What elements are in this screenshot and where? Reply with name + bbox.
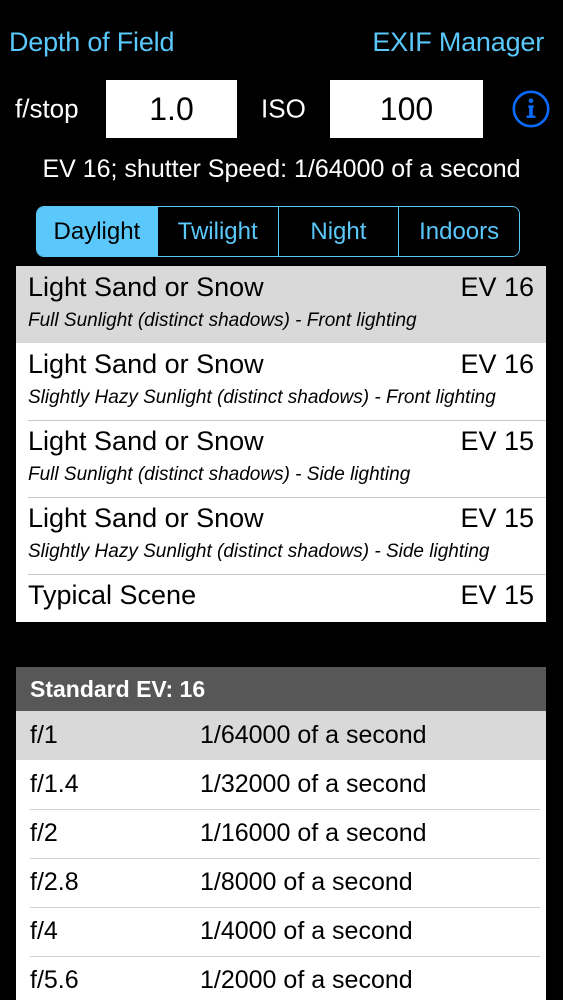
iso-label: ISO xyxy=(261,93,306,124)
scene-description: Slightly Hazy Sunlight (distinct shadows… xyxy=(28,387,496,408)
table-row[interactable]: f/5.6 1/2000 of a second xyxy=(16,956,546,1000)
segment-daylight[interactable]: Daylight xyxy=(37,207,158,256)
cell-shutter-speed: 1/4000 of a second xyxy=(200,917,413,945)
scene-ev-value: EV 15 xyxy=(460,503,534,533)
info-button[interactable] xyxy=(509,87,553,131)
scene-name: Typical Scene xyxy=(28,580,197,610)
cell-fstop: f/5.6 xyxy=(30,966,79,994)
cell-shutter-speed: 1/64000 of a second xyxy=(200,721,427,749)
titlebar: Depth of Field EXIF Manager xyxy=(0,22,563,62)
scene-name: Light Sand or Snow xyxy=(28,272,264,302)
scene-row-top: Light Sand or Snow EV 16 xyxy=(28,272,538,312)
table-row[interactable]: f/1.4 1/32000 of a second xyxy=(16,760,546,809)
exposure-table-header: Standard EV: 16 xyxy=(16,667,546,711)
scene-list-item[interactable]: Typical Scene EV 15 xyxy=(16,574,546,622)
scene-name: Light Sand or Snow xyxy=(28,349,264,379)
scene-description: Slightly Hazy Sunlight (distinct shadows… xyxy=(28,541,490,562)
scene-name: Light Sand or Snow xyxy=(28,426,264,456)
info-circle-icon xyxy=(512,90,550,128)
segment-indoors[interactable]: Indoors xyxy=(399,207,519,256)
scene-list-panel[interactable]: Light Sand or Snow EV 16 Full Sunlight (… xyxy=(16,266,546,622)
table-row[interactable]: f/2.8 1/8000 of a second xyxy=(16,858,546,907)
cell-fstop: f/4 xyxy=(30,917,58,945)
scene-description: Full Sunlight (distinct shadows) - Front… xyxy=(28,310,417,331)
scene-ev-value: EV 16 xyxy=(460,272,534,302)
scene-list-item[interactable]: Light Sand or Snow EV 15 Slightly Hazy S… xyxy=(16,497,546,574)
scene-list-item[interactable]: Light Sand or Snow EV 16 Full Sunlight (… xyxy=(16,266,546,343)
fstop-input[interactable] xyxy=(106,80,237,138)
cell-shutter-speed: 1/8000 of a second xyxy=(200,868,413,896)
segment-twilight[interactable]: Twilight xyxy=(157,207,279,256)
scene-row-top: Light Sand or Snow EV 16 xyxy=(28,349,538,389)
table-row[interactable]: f/4 1/4000 of a second xyxy=(16,907,546,956)
table-row[interactable]: f/1 1/64000 of a second xyxy=(16,711,546,760)
scene-ev-value: EV 15 xyxy=(460,426,534,456)
exposure-table-panel[interactable]: Standard EV: 16 f/1 1/64000 of a second … xyxy=(16,667,546,1000)
page-title-depth-of-field[interactable]: Depth of Field xyxy=(9,27,174,58)
iso-input[interactable] xyxy=(330,80,483,138)
table-row[interactable]: f/2 1/16000 of a second xyxy=(16,809,546,858)
cell-fstop: f/1.4 xyxy=(30,770,79,798)
scene-ev-value: EV 15 xyxy=(460,580,534,610)
fstop-label: f/stop xyxy=(15,93,79,124)
cell-shutter-speed: 1/16000 of a second xyxy=(200,819,427,847)
controls-row: f/stop ISO xyxy=(0,80,563,138)
scene-row-top: Light Sand or Snow EV 15 xyxy=(28,503,538,543)
cell-shutter-speed: 1/2000 of a second xyxy=(200,966,413,994)
cell-shutter-speed: 1/32000 of a second xyxy=(200,770,427,798)
scene-ev-value: EV 16 xyxy=(460,349,534,379)
scene-list-item[interactable]: Light Sand or Snow EV 15 Full Sunlight (… xyxy=(16,420,546,497)
lighting-condition-segmented-control[interactable]: Daylight Twilight Night Indoors xyxy=(36,206,520,257)
scene-name: Light Sand or Snow xyxy=(28,503,264,533)
ev-summary-text: EV 16; shutter Speed: 1/64000 of a secon… xyxy=(42,155,521,183)
scene-row-top: Typical Scene EV 15 xyxy=(28,580,538,620)
app-screen: Depth of Field EXIF Manager f/stop ISO E… xyxy=(0,0,563,1000)
cell-fstop: f/1 xyxy=(30,721,58,749)
page-title-exif-manager[interactable]: EXIF Manager xyxy=(372,27,544,58)
cell-fstop: f/2 xyxy=(30,819,58,847)
segment-night[interactable]: Night xyxy=(278,207,400,256)
scene-list-item[interactable]: Light Sand or Snow EV 16 Slightly Hazy S… xyxy=(16,343,546,420)
scene-description: Full Sunlight (distinct shadows) - Side … xyxy=(28,464,411,485)
scene-row-top: Light Sand or Snow EV 15 xyxy=(28,426,538,466)
cell-fstop: f/2.8 xyxy=(30,868,79,896)
